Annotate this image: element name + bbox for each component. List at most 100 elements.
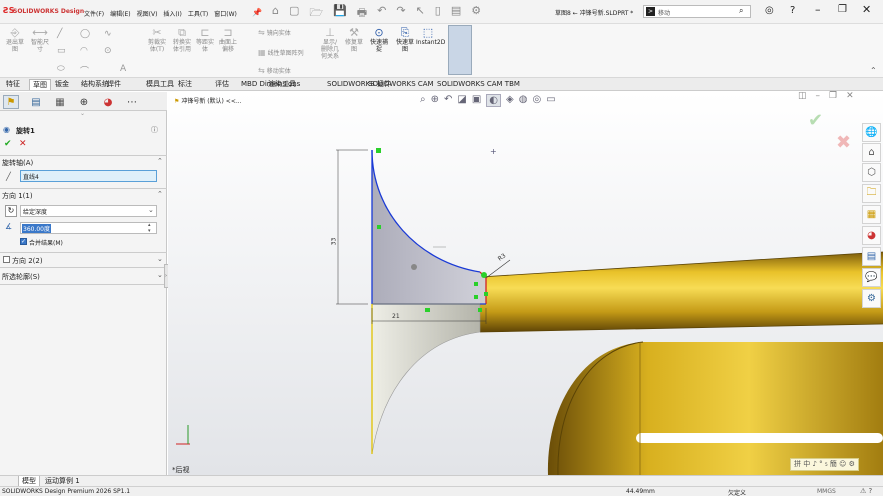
command-tab[interactable]: 标注: [175, 79, 195, 90]
save-icon[interactable]: 💾: [333, 4, 347, 23]
command-tab[interactable]: 焊件: [104, 79, 124, 90]
ribbon-button[interactable]: ⟷ 智能尺 寸: [28, 26, 52, 53]
ime-toolbar[interactable]: 拼 中 ♪ ° ₅ 簡 ☺ ⚙: [790, 458, 859, 471]
command-tab[interactable]: 模具工具: [143, 79, 177, 90]
direction2-checkbox[interactable]: [3, 256, 10, 263]
home-icon[interactable]: ⌂: [272, 4, 279, 23]
dimension-height[interactable]: 33: [330, 238, 337, 246]
chevron-up-icon[interactable]: ⌃: [157, 190, 163, 198]
ribbon-button[interactable]: ⊐ 曲面上 偏移: [216, 26, 240, 53]
chevron-up-icon[interactable]: ⌃: [157, 157, 163, 165]
dimension-width[interactable]: 21: [392, 313, 400, 320]
menu-item[interactable]: 视图(V): [137, 9, 158, 18]
tile-icon[interactable]: ◫: [798, 91, 807, 101]
sketch-tool-icon[interactable]: ◠: [80, 46, 88, 56]
toolbox-icon[interactable]: ⚙: [862, 289, 881, 308]
search-box[interactable]: > 移动 ⌕: [643, 5, 751, 18]
close-icon[interactable]: ✕: [862, 3, 871, 16]
forum-icon[interactable]: 💬: [862, 268, 881, 287]
file-explorer-icon[interactable]: 🗀: [862, 184, 881, 203]
splitter-handle[interactable]: ⌄: [80, 110, 85, 117]
zoom-to-fit-icon[interactable]: ⌕: [420, 94, 426, 107]
appearances-pane-icon[interactable]: ◕: [862, 226, 881, 245]
zoom-area-icon[interactable]: ⊕: [431, 94, 439, 107]
ribbon-button[interactable]: ⎘ 快速草 图: [393, 26, 417, 53]
collapse-ribbon-icon[interactable]: ⌃: [870, 66, 877, 75]
contours-section-header[interactable]: 所选轮廓(S): [2, 272, 40, 282]
appearance-icon[interactable]: ◕: [100, 95, 116, 109]
more-icon[interactable]: ⋯: [124, 95, 140, 109]
direction2-section-header[interactable]: 方向 2(2): [12, 256, 43, 266]
command-tab[interactable]: 渲染工具: [265, 79, 299, 90]
sketch-tool-icon[interactable]: ∿: [104, 29, 112, 39]
units-label[interactable]: MMGS: [817, 488, 836, 495]
ribbon-button[interactable]: ⧉ 转换实 体引用: [170, 26, 194, 53]
menu-item[interactable]: 文件(F): [84, 9, 104, 18]
menu-item[interactable]: 编辑(E): [110, 9, 130, 18]
design-library-icon[interactable]: ⬡: [862, 163, 881, 182]
configuration-icon[interactable]: ▦: [52, 95, 68, 109]
command-tab[interactable]: 特征: [3, 79, 23, 90]
sketch-tool-icon[interactable]: ⊙: [104, 46, 112, 56]
command-tab[interactable]: SOLIDWORKS CAM: [365, 79, 437, 90]
print-icon[interactable]: 🖶: [357, 4, 367, 23]
sketch-tool-icon[interactable]: ╱: [57, 29, 62, 39]
ribbon-button[interactable]: ⇆ 移动实体: [258, 64, 314, 77]
ribbon-button[interactable]: ⇋ 镜向实体: [258, 26, 314, 39]
command-tab[interactable]: 评估: [212, 79, 232, 90]
command-tab[interactable]: 草图: [29, 79, 51, 90]
ribbon-button[interactable]: ⊏ 等距实 体: [193, 26, 217, 53]
sketch-tool-icon[interactable]: ⬭: [57, 64, 65, 74]
confirm-ok-icon[interactable]: ✔: [808, 110, 823, 131]
view-palette-icon[interactable]: ▦: [862, 205, 881, 224]
reverse-direction-button[interactable]: ↻: [5, 205, 17, 217]
dimxpert-icon[interactable]: ⊕: [76, 95, 92, 109]
chevron-down-icon[interactable]: ⌄: [157, 271, 163, 279]
end-condition-select[interactable]: 给定深度 ⌄: [20, 205, 157, 217]
search-icon[interactable]: ⌕: [739, 6, 743, 16]
sketch-tool-icon[interactable]: ⌒: [80, 64, 89, 77]
previous-view-icon[interactable]: ↶: [444, 94, 452, 107]
restore-icon[interactable]: ❐: [838, 4, 847, 15]
view-settings-icon[interactable]: ▭: [546, 94, 555, 107]
resources-icon[interactable]: 🌐: [862, 123, 881, 142]
axis-section-header[interactable]: 旋转轴(A): [2, 158, 33, 168]
search-input[interactable]: 移动: [658, 8, 670, 17]
command-tab[interactable]: 钣金: [52, 79, 72, 90]
command-tab[interactable]: SOLIDWORKS CAM TBM: [434, 79, 523, 90]
minimize-icon[interactable]: –: [815, 3, 821, 16]
ribbon-button[interactable]: ⊥ 显示/ 删除几 何关系: [318, 26, 342, 60]
new-doc-icon[interactable]: ▢: [289, 4, 299, 23]
menu-item[interactable]: 工具(T): [188, 9, 208, 18]
redo-icon[interactable]: ↷: [396, 4, 405, 23]
ribbon-button[interactable]: ⊙ 快速捕 捉: [367, 26, 391, 53]
cancel-icon[interactable]: ✕: [19, 139, 27, 149]
view-orientation-icon[interactable]: ▣: [472, 94, 481, 107]
options-icon[interactable]: ⚙: [471, 4, 481, 23]
property-manager-icon[interactable]: ▤: [28, 95, 44, 109]
rebuild-icon[interactable]: ▯: [435, 4, 441, 23]
help-icon[interactable]: ⓘ: [151, 125, 158, 135]
direction1-section-header[interactable]: 方向 1(1): [2, 191, 33, 201]
graphics-area[interactable]: + 33 21 R3 ⚑ 冲锋号新 (默认) <<... ⌕ ⊕ ↶ ◪ ▣ ◐…: [168, 91, 883, 475]
merge-checkbox[interactable]: ✓: [20, 238, 27, 245]
feature-breadcrumb[interactable]: ⚑ 冲锋号新 (默认) <<...: [174, 96, 242, 105]
custom-properties-icon[interactable]: ▤: [862, 247, 881, 266]
ok-icon[interactable]: ✔: [4, 139, 12, 149]
ribbon-button[interactable]: ▦ 线性草图阵列: [258, 46, 314, 59]
menu-item[interactable]: 窗口(W): [214, 9, 237, 18]
file-props-icon[interactable]: ▤: [451, 4, 461, 23]
appearance-edit-icon[interactable]: ◍: [519, 94, 528, 107]
section-view-icon[interactable]: ◪: [457, 94, 466, 107]
scene-icon[interactable]: ◎: [532, 94, 541, 107]
undo-icon[interactable]: ↶: [377, 4, 386, 23]
sketch-tool-icon[interactable]: ▭: [57, 46, 66, 56]
status-icons[interactable]: ⚠ ?: [860, 487, 872, 495]
hide-show-icon[interactable]: ◈: [506, 94, 514, 107]
help-icon[interactable]: ?: [790, 5, 795, 16]
viewport-close-icon[interactable]: ✕: [846, 91, 854, 101]
angle-field[interactable]: 360.00度 ▴ ▾: [20, 222, 157, 234]
display-style-icon[interactable]: ◐: [486, 94, 502, 107]
open-icon[interactable]: 🗁: [309, 4, 323, 23]
user-icon[interactable]: ◎: [765, 5, 774, 16]
